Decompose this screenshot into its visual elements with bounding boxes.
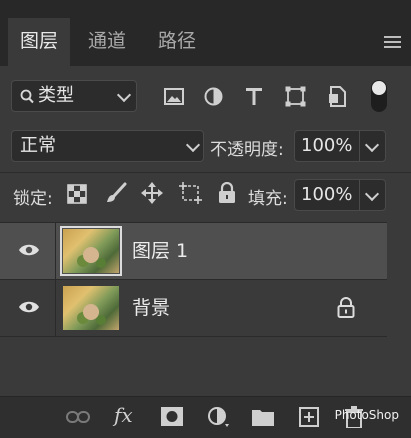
add-mask-icon[interactable] bbox=[161, 407, 183, 426]
divider bbox=[0, 336, 387, 337]
fill-field[interactable]: 100% bbox=[294, 179, 386, 211]
search-icon bbox=[20, 89, 34, 104]
divider bbox=[0, 172, 411, 173]
filter-kind-label: 类型 bbox=[38, 85, 74, 106]
eye-icon bbox=[19, 301, 39, 313]
chevron-down-icon bbox=[116, 87, 132, 103]
panel-top-edge bbox=[0, 0, 411, 18]
text-filter-icon[interactable] bbox=[245, 87, 263, 106]
visibility-toggle[interactable] bbox=[0, 280, 56, 336]
lock-artboard-icon[interactable] bbox=[179, 182, 202, 204]
tab-layers[interactable]: 图层 bbox=[8, 18, 70, 66]
panel-tab-bar: 图层 通道 路径 bbox=[0, 18, 411, 66]
lock-position-icon[interactable] bbox=[141, 182, 163, 204]
chevron-down-icon[interactable] bbox=[364, 186, 380, 202]
opacity-field[interactable]: 100% bbox=[294, 130, 386, 162]
visibility-toggle[interactable] bbox=[0, 223, 56, 279]
chevron-down-icon bbox=[185, 137, 201, 153]
fx-icon[interactable]: fx bbox=[114, 403, 133, 427]
layers-scrollbar[interactable] bbox=[387, 222, 411, 396]
watermark-text: PhotoShop bbox=[334, 408, 399, 422]
chevron-down-icon[interactable] bbox=[364, 137, 380, 153]
layer-row[interactable]: 背景 bbox=[0, 280, 387, 336]
tab-paths[interactable]: 路径 bbox=[146, 18, 208, 66]
lock-label: 锁定: bbox=[13, 189, 53, 209]
lock-all-icon[interactable] bbox=[218, 182, 236, 204]
lock-image-pixels-icon[interactable] bbox=[105, 182, 127, 204]
lock-icon bbox=[337, 297, 355, 318]
adjustment-filter-icon[interactable] bbox=[204, 87, 223, 106]
filter-toggle-icon[interactable] bbox=[371, 80, 387, 112]
blend-mode-value: 正常 bbox=[20, 135, 56, 156]
fill-label: 填充: bbox=[248, 189, 288, 209]
layer-name[interactable]: 图层 1 bbox=[132, 223, 188, 279]
tab-channels[interactable]: 通道 bbox=[76, 18, 138, 66]
filter-kind-dropdown[interactable]: 类型 bbox=[11, 80, 137, 112]
blend-mode-dropdown[interactable]: 正常 bbox=[11, 130, 204, 162]
opacity-label: 不透明度: bbox=[210, 140, 284, 160]
layer-thumbnail[interactable] bbox=[60, 226, 122, 276]
lock-transparent-pixels-icon[interactable] bbox=[67, 184, 87, 204]
layer-row[interactable]: 图层 1 bbox=[0, 223, 387, 279]
panel-menu-icon[interactable] bbox=[384, 36, 401, 48]
shape-filter-icon[interactable] bbox=[285, 86, 306, 107]
layers-panel: 图层 通道 路径 类型 正常 不透明度: 100% 锁定: 填充: 100% 图… bbox=[0, 0, 411, 438]
smart-object-filter-icon[interactable] bbox=[328, 86, 346, 107]
layer-thumbnail[interactable] bbox=[63, 286, 119, 330]
link-layers-icon[interactable] bbox=[66, 410, 90, 424]
new-layer-icon[interactable] bbox=[299, 407, 319, 427]
layer-name[interactable]: 背景 bbox=[132, 280, 170, 336]
eye-icon bbox=[19, 244, 39, 256]
opacity-value: 100% bbox=[301, 135, 353, 156]
image-filter-icon[interactable] bbox=[164, 88, 184, 105]
fill-value: 100% bbox=[301, 184, 353, 205]
group-folder-icon[interactable] bbox=[252, 408, 274, 426]
adjustment-layer-icon[interactable] bbox=[207, 406, 229, 428]
